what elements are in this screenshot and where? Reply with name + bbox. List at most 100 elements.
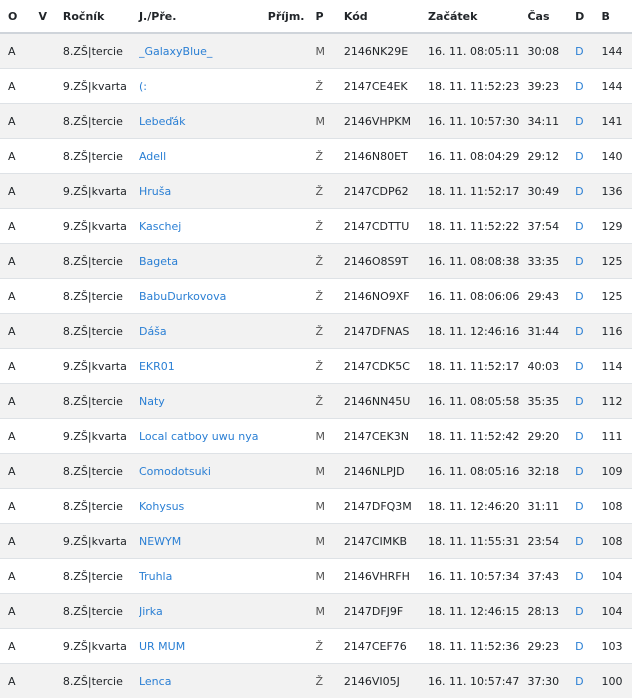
cell-zacatek: 18. 11. 11:55:31 — [428, 523, 528, 559]
cell-rocnik: 9.ZŠ|kvarta — [62, 68, 139, 104]
table-row: A 8.ZŠ|tercie Jirka M 2147DFJ9F 18. 11. 12:46… — [0, 593, 632, 629]
cell-o: A — [0, 32, 39, 69]
detail-link[interactable]: D — [575, 558, 602, 594]
detail-link[interactable]: D — [575, 628, 602, 664]
cell-body: 108 — [601, 523, 632, 559]
participant-name-link[interactable]: (: — [138, 68, 268, 104]
table-row: A 8.ZŠ|tercie Naty Ž 2146NN45U 16. 11. 08:05:… — [0, 383, 632, 419]
detail-link[interactable]: D — [575, 593, 602, 629]
cell-gender: M — [315, 418, 344, 454]
cell-o: A — [0, 453, 39, 489]
cell-body: 103 — [601, 628, 632, 664]
cell-zacatek: 16. 11. 08:08:38 — [428, 243, 528, 279]
header-kod[interactable]: Kód — [343, 0, 429, 34]
header-v[interactable]: V — [38, 0, 63, 34]
detail-link[interactable]: D — [575, 32, 602, 69]
cell-kod: 2146NO9XF — [343, 278, 429, 314]
participant-name-link[interactable]: Adell — [138, 138, 268, 174]
participant-name-link[interactable]: Kaschej — [138, 208, 268, 244]
cell-prijmeni — [267, 32, 316, 69]
detail-link[interactable]: D — [575, 453, 602, 489]
header-name[interactable]: J./Pře. — [138, 0, 268, 34]
detail-link[interactable]: D — [575, 243, 602, 279]
participant-name-link[interactable]: Dáša — [138, 313, 268, 349]
detail-link[interactable]: D — [575, 383, 602, 419]
cell-cas: 39:23 — [527, 68, 576, 104]
cell-v — [38, 138, 63, 174]
header-d[interactable]: D — [575, 0, 602, 34]
cell-v — [38, 418, 63, 454]
cell-kod: 2147CDTTU — [343, 208, 429, 244]
cell-body: 114 — [601, 348, 632, 384]
cell-zacatek: 16. 11. 08:06:06 — [428, 278, 528, 314]
detail-link[interactable]: D — [575, 418, 602, 454]
cell-body: 116 — [601, 313, 632, 349]
header-rocnik[interactable]: Ročník — [62, 0, 139, 34]
cell-body: 104 — [601, 593, 632, 629]
participant-name-link[interactable]: Lebeďák — [138, 103, 268, 139]
table-row: A 9.ZŠ|kvarta Hruša Ž 2147CDP62 18. 11. 11:52… — [0, 173, 632, 209]
detail-link[interactable]: D — [575, 208, 602, 244]
participant-name-link[interactable]: Kohysus — [138, 488, 268, 524]
cell-cas: 30:49 — [527, 173, 576, 209]
detail-link[interactable]: D — [575, 173, 602, 209]
cell-v — [38, 348, 63, 384]
participant-name-link[interactable]: BabuDurkovova — [138, 278, 268, 314]
table-row: A 8.ZŠ|tercie Lebeďák M 2146VHPKM 16. 11. 10:… — [0, 103, 632, 139]
cell-cas: 34:11 — [527, 103, 576, 139]
cell-zacatek: 16. 11. 08:05:58 — [428, 383, 528, 419]
table-row: A 9.ZŠ|kvarta Kaschej Ž 2147CDTTU 18. 11. 11:… — [0, 208, 632, 244]
header-zacatek[interactable]: Začátek — [428, 0, 528, 34]
participant-name-link[interactable]: EKR01 — [138, 348, 268, 384]
header-cas[interactable]: Čas — [527, 0, 576, 34]
cell-v — [38, 173, 63, 209]
header-p[interactable]: P — [315, 0, 344, 34]
participant-name-link[interactable]: _GalaxyBlue_ — [138, 32, 268, 69]
participant-name-link[interactable]: Comodotsuki — [138, 453, 268, 489]
participant-name-link[interactable]: NEWYM — [138, 523, 268, 559]
header-b[interactable]: B — [601, 0, 632, 34]
detail-link[interactable]: D — [575, 68, 602, 104]
detail-link[interactable]: D — [575, 138, 602, 174]
cell-prijmeni — [267, 103, 316, 139]
cell-v — [38, 208, 63, 244]
header-o[interactable]: O — [0, 0, 39, 34]
detail-link[interactable]: D — [575, 523, 602, 559]
cell-o: A — [0, 383, 39, 419]
header-prijmeni[interactable]: Příjm. — [267, 0, 316, 34]
participant-name-link[interactable]: Hruša — [138, 173, 268, 209]
cell-v — [38, 243, 63, 279]
cell-kod: 2146O8S9T — [343, 243, 429, 279]
cell-cas: 28:13 — [527, 593, 576, 629]
participant-name-link[interactable]: Local catboy uwu nya — [138, 418, 268, 454]
cell-rocnik: 8.ZŠ|tercie — [62, 313, 139, 349]
cell-cas: 32:18 — [527, 453, 576, 489]
detail-link[interactable]: D — [575, 103, 602, 139]
detail-link[interactable]: D — [575, 313, 602, 349]
cell-gender: Ž — [315, 383, 344, 419]
detail-link[interactable]: D — [575, 663, 602, 698]
participant-name-link[interactable]: UR MUM — [138, 628, 268, 664]
participant-name-link[interactable]: Truhla — [138, 558, 268, 594]
detail-link[interactable]: D — [575, 488, 602, 524]
cell-rocnik: 8.ZŠ|tercie — [62, 138, 139, 174]
participant-name-link[interactable]: Lenca — [138, 663, 268, 698]
cell-v — [38, 453, 63, 489]
cell-cas: 29:20 — [527, 418, 576, 454]
cell-cas: 29:12 — [527, 138, 576, 174]
participant-name-link[interactable]: Naty — [138, 383, 268, 419]
cell-zacatek: 16. 11. 10:57:47 — [428, 663, 528, 698]
detail-link[interactable]: D — [575, 278, 602, 314]
table-row: A 9.ZŠ|kvarta Local catboy uwu nya M 2147CEK… — [0, 418, 632, 454]
participant-name-link[interactable]: Jirka — [138, 593, 268, 629]
cell-body: 144 — [601, 32, 632, 69]
cell-o: A — [0, 523, 39, 559]
detail-link[interactable]: D — [575, 348, 602, 384]
table-row: A 8.ZŠ|tercie Dáša Ž 2147DFNAS 18. 11. 12:46:… — [0, 313, 632, 349]
cell-body: 141 — [601, 103, 632, 139]
cell-v — [38, 68, 63, 104]
cell-rocnik: 8.ZŠ|tercie — [62, 663, 139, 698]
participant-name-link[interactable]: Bageta — [138, 243, 268, 279]
table-row: A 8.ZŠ|tercie _GalaxyBlue_ M 2146NK29E 16. 11… — [0, 32, 632, 69]
cell-cas: 33:35 — [527, 243, 576, 279]
